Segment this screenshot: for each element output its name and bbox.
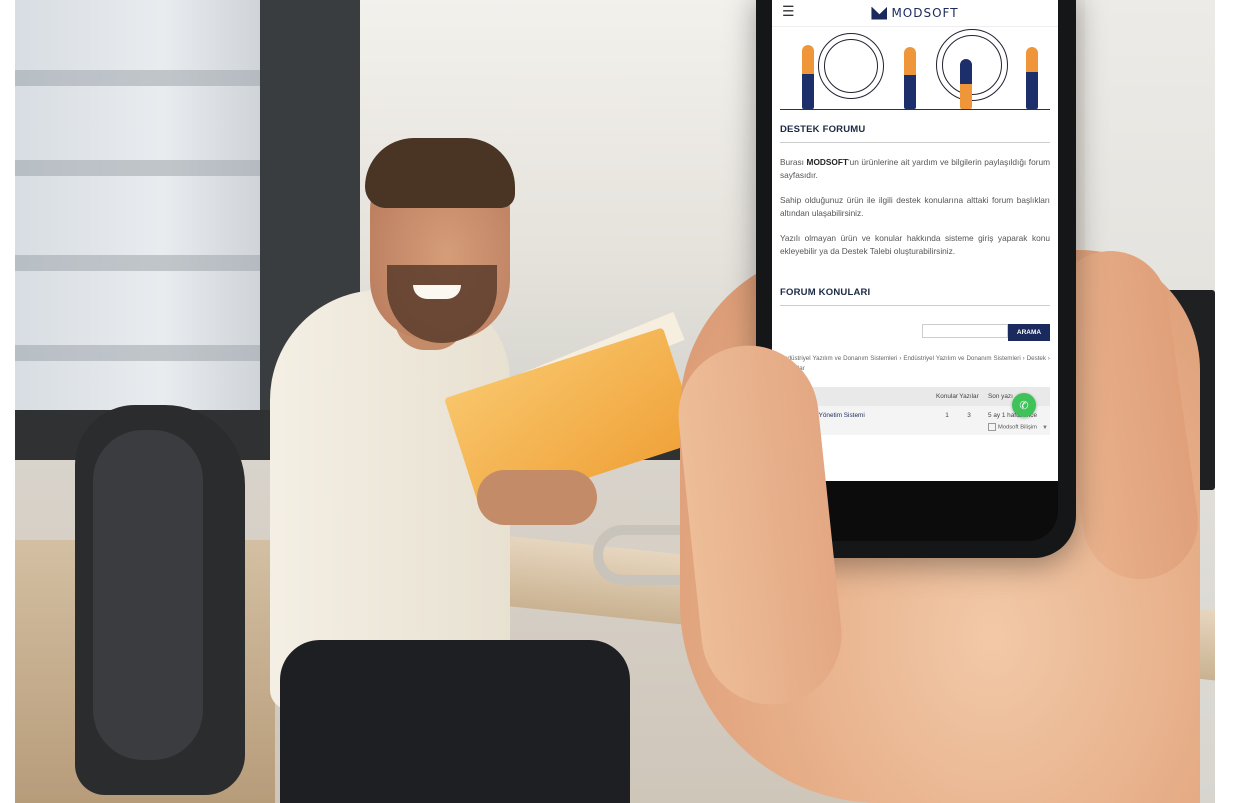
logo-mark-icon xyxy=(871,6,888,20)
search-row: ARAMA xyxy=(780,324,1050,341)
intro-prefix: Burası xyxy=(780,157,807,167)
author-avatar-icon xyxy=(988,423,996,431)
person-figure xyxy=(802,45,814,109)
app-header: ☰ MODSOFT xyxy=(772,0,1058,27)
man-smile xyxy=(413,285,461,299)
search-button[interactable]: ARAMA xyxy=(1008,324,1050,341)
topic-count: 1 xyxy=(945,412,949,419)
man-hand xyxy=(477,470,597,525)
forum-table: Forum Konular Yazılar Son yazı LYS Lojis… xyxy=(780,387,1050,435)
forum-title: FORUM KONULARI xyxy=(780,287,1050,306)
person-figure xyxy=(1026,47,1038,109)
search-input[interactable] xyxy=(922,324,1008,338)
info-paragraph: Sahip olduğunuz ürün ile ilgili destek k… xyxy=(780,195,1050,218)
last-post-author[interactable]: Modsoft Bilişim xyxy=(988,423,1046,431)
scroll-down-icon[interactable]: ▼ xyxy=(1042,425,1048,431)
person-figure xyxy=(960,59,972,109)
window-blind xyxy=(15,255,260,271)
line-circle xyxy=(942,35,1002,95)
hero-illustration xyxy=(780,29,1050,110)
chair-mesh xyxy=(93,430,203,760)
intro-paragraph: Burası MODSOFT'un ürünlerine ait yardım … xyxy=(780,156,1050,181)
window-blind xyxy=(15,345,260,361)
author-name: Modsoft Bilişim xyxy=(998,424,1037,431)
window-blind xyxy=(15,70,260,86)
person-figure xyxy=(904,47,916,109)
destek-title: DESTEK FORUMU xyxy=(780,124,1050,143)
col-topics: Konular xyxy=(936,393,959,400)
last-post-cell: 5 ay 1 hafta önce Modsoft Bilişim xyxy=(980,412,1046,431)
post-count: 3 xyxy=(967,412,971,419)
scribble-ball xyxy=(824,39,878,93)
table-header: Forum Konular Yazılar Son yazı xyxy=(780,387,1050,406)
logo-text: MODSOFT xyxy=(891,6,959,20)
login-paragraph: Yazılı olmayan ürün ve konular hakkında … xyxy=(780,233,1050,256)
brand-name: MODSOFT xyxy=(806,157,849,167)
window-blind xyxy=(15,160,260,176)
hamburger-menu-icon[interactable]: ☰ xyxy=(782,3,795,20)
breadcrumb[interactable]: Endüstriyel Yazılım ve Donanım Sistemler… xyxy=(780,354,1050,373)
man-hair xyxy=(365,138,515,208)
col-posts: Yazılar xyxy=(959,393,979,400)
whatsapp-icon[interactable]: ✆ xyxy=(1012,393,1036,417)
modsoft-logo[interactable]: MODSOFT xyxy=(871,6,958,20)
office-window xyxy=(15,0,260,410)
man-pants xyxy=(280,640,630,803)
page-content: DESTEK FORUMU Burası MODSOFT'un ürünleri… xyxy=(772,124,1058,435)
